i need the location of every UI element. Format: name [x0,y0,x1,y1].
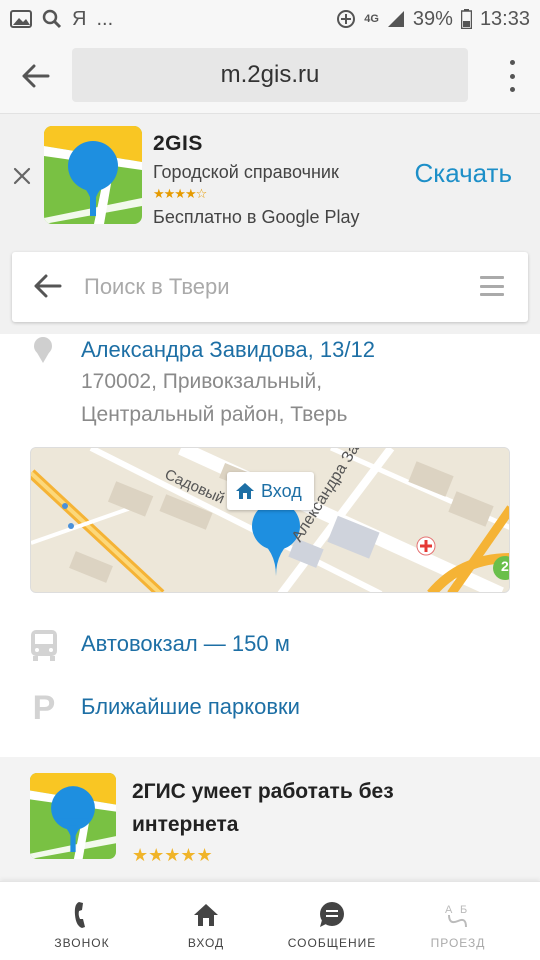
phone-icon [73,900,91,930]
nav-route[interactable]: АБ ПРОЕЗД [398,882,518,960]
battery-percent: 39% [412,7,453,30]
search-icon [42,9,62,29]
arrow-left-icon [34,274,62,298]
address-line-2: Центральный район, Тверь [81,403,348,426]
nav-entrance[interactable]: ВХОД [146,882,266,960]
nav-call[interactable]: ЗВОНОК [22,882,142,960]
menu-line [480,276,504,279]
search-box [12,252,528,322]
app-rating-stars: ★★★★☆ [153,186,207,201]
location-pin-icon [32,336,54,369]
entrance-label: Вход [261,480,302,501]
close-icon [13,167,31,185]
app-install-banner: 2GIS Городской справочник ★★★★☆ Бесплатн… [0,114,540,244]
promo-rating-stars: ★★★★★ [132,845,213,865]
bus-stop-link: Автовокзал — 150 м [81,631,290,656]
search-menu-button[interactable] [480,276,504,296]
more-notifications: ... [96,7,114,30]
search-input[interactable] [84,272,444,302]
search-section [0,244,540,334]
nav-message[interactable]: СООБЩЕНИЕ [272,882,392,960]
parking-row[interactable]: P Ближайшие парковки [0,678,540,738]
entrance-marker[interactable]: Вход [227,472,314,510]
parking-icon: P [28,688,60,727]
nav-route-label: ПРОЕЗД [430,936,486,950]
browser-back-button[interactable] [18,58,54,94]
address-link[interactable]: Александра Завидова, 13/12 [81,337,375,363]
network-type: 4G [364,13,379,25]
address-line-1: 170002, Привокзальный, [81,370,323,393]
offline-promo[interactable]: 2ГИС умеет работать без интернета ★★★★★ [0,757,540,881]
image-icon [10,10,32,28]
map-badge: 2 [501,558,509,574]
battery-icon [460,9,472,29]
menu-line [480,284,504,288]
bus-stop-row[interactable]: Автовокзал — 150 м [0,615,540,675]
close-banner-button[interactable] [10,164,34,188]
nav-entrance-label: ВХОД [187,936,225,950]
house-icon [193,900,219,930]
app-subtitle: Городской справочник [153,162,339,182]
parking-glyph: P [32,688,56,727]
browser-toolbar: m.2gis.ru [0,38,540,114]
menu-line [480,293,504,296]
address-bar[interactable]: m.2gis.ru [72,48,468,102]
app-store-label: Бесплатно в Google Play [153,207,360,227]
yandex-icon: Я [72,7,87,30]
clock: 13:33 [479,7,530,30]
signal-icon [387,10,405,28]
parking-link: Ближайшие парковки [81,694,300,719]
map-preview[interactable]: Садовый Александра За 2 [30,447,510,593]
2gis-logo [30,773,116,859]
nav-message-label: СООБЩЕНИЕ [287,936,377,950]
url-text: m.2gis.ru [220,61,320,88]
route-icon: АБ [445,900,471,930]
download-button[interactable]: Скачать [415,158,513,189]
svg-text:А: А [445,904,453,916]
house-icon [236,483,254,499]
svg-text:Б: Б [460,904,467,916]
app-title: 2GIS [153,132,203,155]
bus-icon [28,627,60,663]
data-saver-icon [336,9,356,29]
dot [509,60,515,65]
bottom-navigation: ЗВОНОК ВХОД СООБЩЕНИЕ АБ ПРОЕЗД [0,881,540,960]
dot [509,73,515,79]
status-bar: Я ... 4G 39% 13:33 [0,0,540,38]
nav-call-label: ЗВОНОК [54,936,110,950]
browser-menu-button[interactable] [504,60,520,92]
dot [509,87,515,92]
promo-title: 2ГИС умеет работать без интернета [132,780,394,836]
chat-icon [318,900,346,930]
arrow-left-icon [22,64,50,88]
search-back-button[interactable] [34,274,62,303]
2gis-logo [44,126,142,224]
